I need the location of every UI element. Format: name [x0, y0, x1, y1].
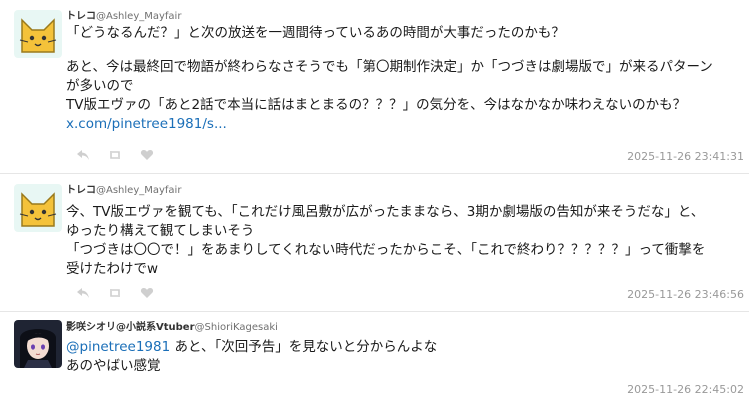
- text-line: 今、TV版エヴァを観ても、「これだけ風呂敷が広がったままなら、3期か劇場版の告知…: [66, 204, 705, 220]
- cat-face-icon: [14, 184, 62, 232]
- like-icon[interactable]: [140, 287, 154, 299]
- text-line: ゆったり構えて観てしまいそう: [66, 223, 255, 239]
- tweet-header: トレコ@Ashley_Mayfair: [66, 7, 181, 22]
- retweet-icon[interactable]: [108, 149, 122, 161]
- text-line: 「どうなるんだ？」と次の放送を一週間待っているあの時間が大事だったのかも？: [66, 25, 565, 41]
- author-handle[interactable]: @Ashley_Mayfair: [96, 185, 181, 196]
- text-line: TV版エヴァの「あと2話で本当に話はまとまるの？？？」の気分を、今はなかなか味わ…: [66, 97, 687, 113]
- like-icon[interactable]: [140, 149, 154, 161]
- cat-face-icon: [14, 10, 62, 58]
- timestamp[interactable]: 2025-11-26 23:41:31: [627, 150, 744, 163]
- anime-girl-avatar-icon: [14, 320, 62, 368]
- timestamp[interactable]: 2025-11-26 23:46:56: [627, 288, 744, 301]
- retweet-icon[interactable]: [108, 287, 122, 299]
- tweet-header: トレコ@Ashley_Mayfair: [66, 181, 181, 196]
- author-handle[interactable]: @ShioriKagesaki: [195, 322, 278, 333]
- author-name[interactable]: トレコ: [66, 185, 96, 196]
- mention-link[interactable]: @pinetree1981: [66, 339, 170, 355]
- avatar[interactable]: [14, 320, 62, 368]
- reply-icon[interactable]: [76, 287, 90, 299]
- author-name[interactable]: トレコ: [66, 11, 96, 22]
- avatar[interactable]: [14, 10, 62, 58]
- divider: [0, 311, 749, 312]
- author-handle[interactable]: @Ashley_Mayfair: [96, 11, 181, 22]
- reply-icon[interactable]: [76, 149, 90, 161]
- tweet-header: 影咲シオリ@小説系Vtuber@ShioriKagesaki: [66, 318, 278, 333]
- text-line: 「つづきは〇〇で！」をあまりしてくれない時代だったからこそ、「これで終わり？？？…: [66, 242, 706, 258]
- text-line: あと、「次回予告」を見ないと分からんよな: [170, 339, 438, 355]
- divider: [0, 173, 749, 174]
- tweet-link[interactable]: x.com/pinetree1981/s...: [66, 115, 713, 134]
- text-line: あのやばい感覚: [66, 358, 161, 374]
- tweet-text: 今、TV版エヴァを観ても、「これだけ風呂敷が広がったままなら、3期か劇場版の告知…: [66, 203, 705, 279]
- avatar[interactable]: [14, 184, 62, 232]
- tweet-text: 「どうなるんだ？」と次の放送を一週間待っているあの時間が大事だったのかも？ あと…: [66, 24, 713, 134]
- tweet-actions: [76, 287, 154, 299]
- text-line: が多いので: [66, 78, 134, 94]
- author-name[interactable]: 影咲シオリ@小説系Vtuber: [66, 322, 195, 333]
- tweet-text: @pinetree1981 あと、「次回予告」を見ないと分からんよな あのやばい…: [66, 338, 437, 376]
- tweet-actions: [76, 149, 154, 161]
- text-line: あと、今は最終回で物語が終わらなさそうでも「第〇期制作決定」か「つづきは劇場版で…: [66, 59, 713, 75]
- text-line: 受けたわけでw: [66, 261, 159, 277]
- timestamp[interactable]: 2025-11-26 22:45:02: [627, 383, 744, 396]
